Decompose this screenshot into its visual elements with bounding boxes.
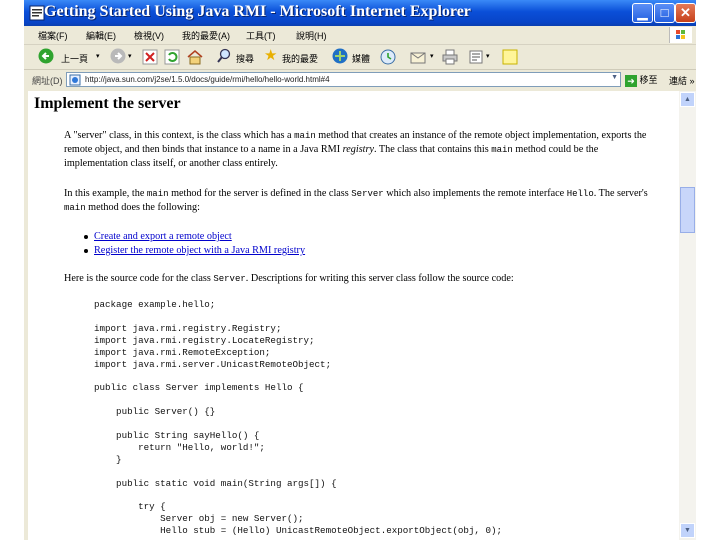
bullet-icon [84,235,88,239]
menu-favorites[interactable]: 我的最愛(A) [182,29,230,42]
back-arrow-icon [38,48,54,64]
text-run: method for the server is defined in the … [168,188,352,199]
back-label: 上一頁 [61,54,89,64]
scroll-thumb[interactable] [680,187,695,233]
menu-file[interactable]: 檔案(F) [38,29,68,42]
mail-dropdown-icon[interactable]: ▾ [430,52,434,70]
stop-icon[interactable] [142,48,158,66]
address-dropdown-icon[interactable]: ▼ [611,74,618,81]
code-server: Server [213,274,246,284]
text-run: . Descriptions for writing this server c… [245,273,514,284]
address-label: 網址(D) [32,76,63,86]
page-icon [69,74,81,86]
maximize-button[interactable]: □ [654,3,675,23]
go-label: 移至 [639,75,658,85]
mail-icon[interactable] [410,48,428,66]
text-run: . The server's [593,188,648,199]
code-server: Server [351,189,384,199]
paragraph-example: In this example, the main method for the… [64,187,654,215]
code-main: main [491,145,513,155]
code-hello: Hello [566,189,594,199]
edit-dropdown-icon[interactable]: ▾ [486,52,490,70]
search-label: 搜尋 [236,54,255,64]
forward-dropdown-icon: ▾ [128,53,132,60]
toolbar: 上一頁 ▾ ▾ 搜尋 ★ 我的最愛 媒體 ▾ ▾ [24,45,696,70]
go-button[interactable]: ➜ 移至 [625,73,658,87]
paragraph-source-intro: Here is the source code for the class Se… [64,272,654,286]
text-run: which also implements the remote interfa… [383,188,567,199]
menu-help[interactable]: 說明(H) [296,29,327,42]
vertical-scrollbar[interactable]: ▲ ▼ [679,91,696,540]
media-button[interactable]: 媒體 [332,48,372,66]
close-button[interactable]: ✕ [675,3,696,23]
edit-icon[interactable] [468,48,484,66]
text-run: In this example, the [64,188,147,199]
messenger-icon[interactable] [502,48,518,66]
menu-edit[interactable]: 編輯(E) [86,29,116,42]
media-label: 媒體 [352,54,371,64]
address-url: http://java.sun.com/j2se/1.5.0/docs/guid… [85,75,330,84]
page-content: Implement the server A "server" class, i… [28,91,679,540]
scroll-down-icon[interactable]: ▼ [680,523,695,538]
paragraph-intro: A "server" class, in this context, is th… [64,129,654,170]
menu-bar: 檔案(F) 編輯(E) 檢視(V) 我的最愛(A) 工具(T) 說明(H) [24,26,696,45]
menu-tools[interactable]: 工具(T) [246,29,276,42]
windows-logo-icon [669,27,692,43]
history-icon[interactable] [380,48,396,66]
ie-window: Getting Started Using Java RMI - Microso… [24,0,696,540]
ie-icon [29,5,45,21]
text-run: Here is the source code for the class [64,273,214,284]
code-main: main [64,203,86,213]
text-run: . The class that contains this [374,144,492,155]
bullet-icon [84,249,88,253]
menu-view[interactable]: 檢視(V) [134,29,164,42]
registry-term: registry [342,144,374,155]
back-button[interactable]: 上一頁 [38,48,92,66]
favorites-label: 我的最愛 [282,54,319,64]
media-icon [332,48,348,64]
back-dropdown-icon[interactable]: ▾ [96,52,100,70]
search-button[interactable]: 搜尋 [216,48,256,66]
section-heading: Implement the server [34,95,181,112]
star-icon: ★ [264,47,278,64]
title-bar[interactable]: Getting Started Using Java RMI - Microso… [24,0,696,26]
print-icon[interactable] [442,48,458,66]
window-title: Getting Started Using Java RMI - Microso… [44,3,471,20]
link-create-export[interactable]: Create and export a remote object [94,230,232,243]
code-main: main [146,189,169,199]
forward-arrow-icon [110,48,126,64]
links-button[interactable]: 連結 » [669,74,695,87]
code-main: main [294,131,316,141]
minimize-button[interactable]: ▁ [632,3,653,23]
search-icon [217,48,231,63]
address-bar: 網址(D) http://java.sun.com/j2se/1.5.0/doc… [24,70,696,90]
refresh-icon[interactable] [164,48,180,66]
scroll-up-icon[interactable]: ▲ [680,92,695,107]
favorites-button[interactable]: ★ 我的最愛 [264,48,322,66]
text-run: method does the following: [85,202,200,213]
go-arrow-icon: ➜ [625,74,637,87]
link-register-registry[interactable]: Register the remote object with a Java R… [94,244,305,257]
forward-button[interactable]: ▾ [110,48,136,66]
home-icon[interactable] [186,48,204,66]
address-input[interactable]: http://java.sun.com/j2se/1.5.0/docs/guid… [66,72,621,87]
server-source-code: package example.hello; import java.rmi.r… [94,299,502,537]
text-run: A "server" class, in this context, is th… [64,130,295,141]
